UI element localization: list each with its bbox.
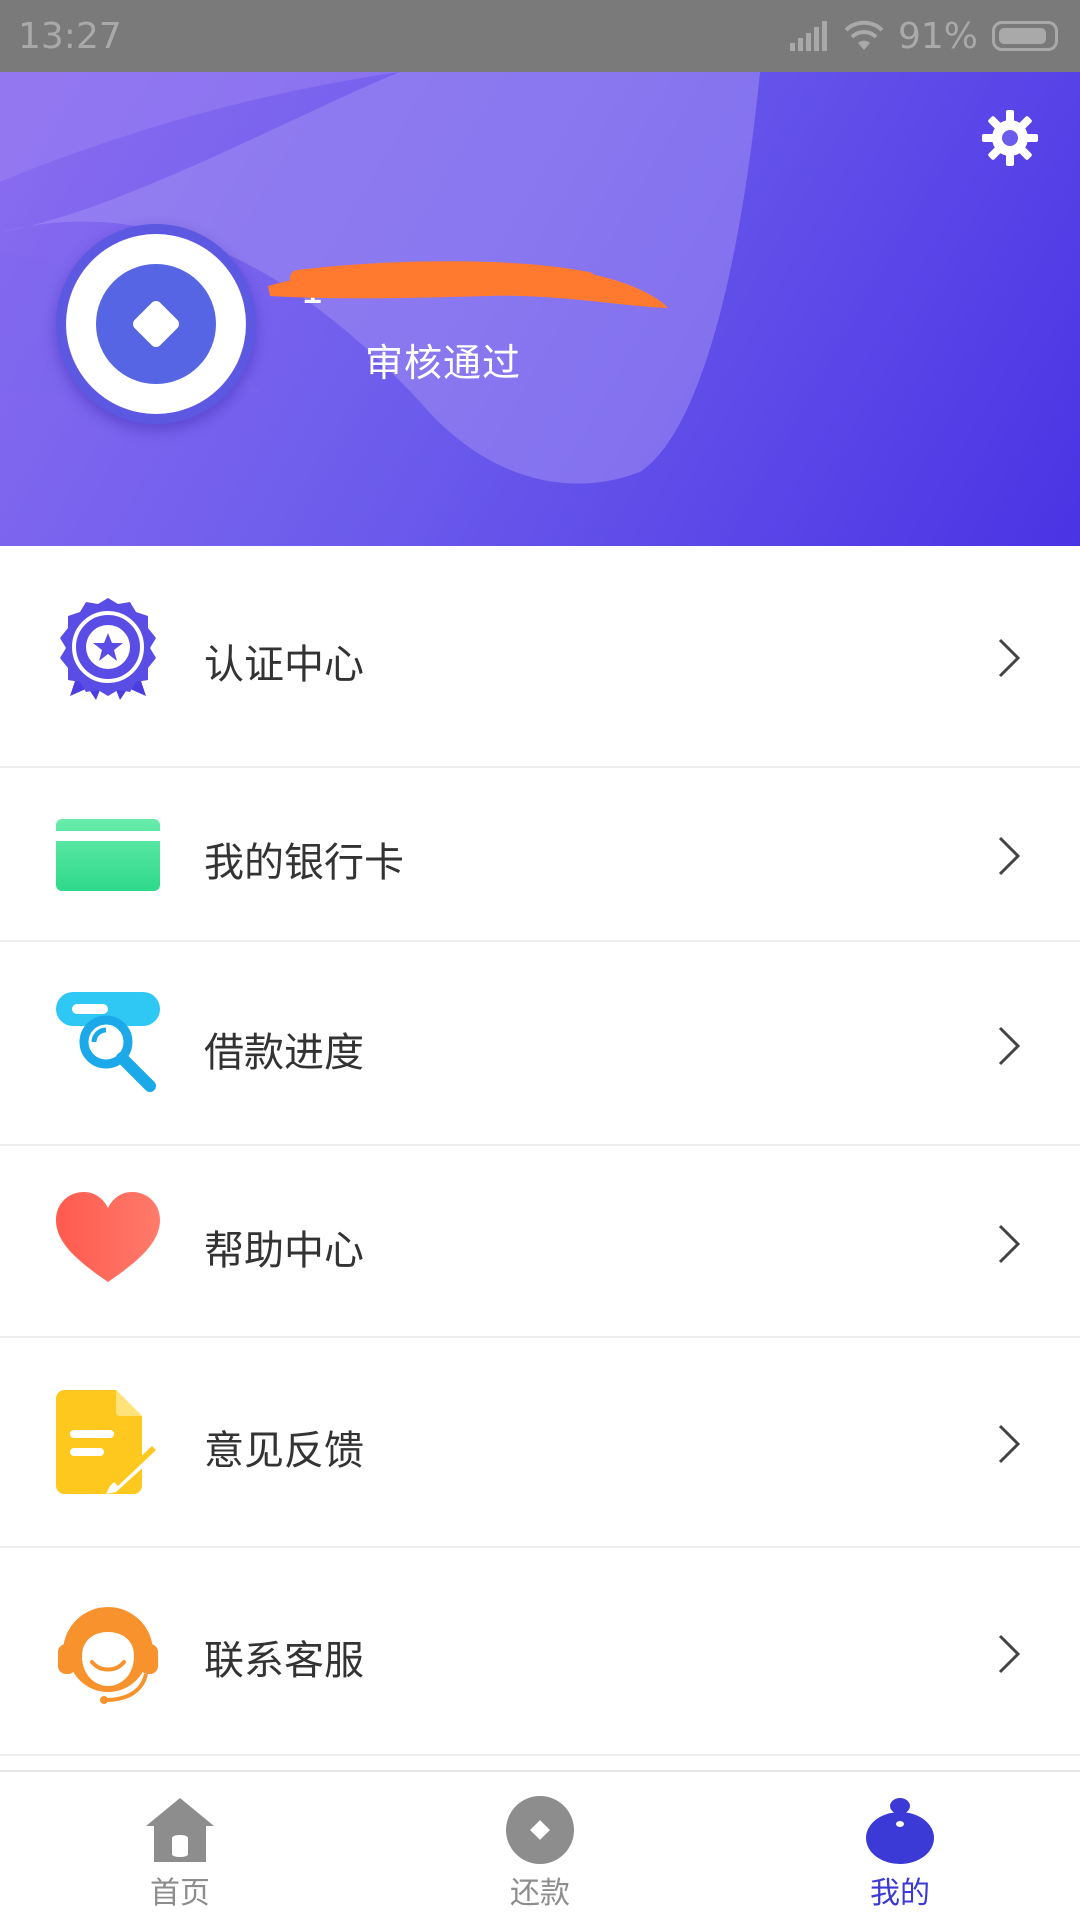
nav-tab-mine[interactable]: 我的: [720, 1772, 1080, 1920]
menu-label: 认证中心: [204, 642, 364, 688]
nav-tab-home[interactable]: 首页: [0, 1772, 360, 1920]
status-bar: 13:27 91%: [0, 0, 1080, 72]
signal-icon: [789, 21, 827, 51]
menu-item-my-bank-card[interactable]: 我的银行卡: [0, 768, 1080, 942]
battery-icon: [992, 21, 1058, 51]
menu-label: 我的银行卡: [204, 840, 404, 886]
profile-icon: [866, 1798, 934, 1864]
wifi-icon: [844, 20, 884, 50]
menu-label: 借款进度: [204, 1030, 364, 1076]
nav-label: 还款: [510, 1876, 570, 1911]
menu-label: 联系客服: [204, 1638, 364, 1684]
certificate-badge-icon: [60, 598, 156, 700]
gear-icon[interactable]: [980, 108, 1040, 168]
avatar-core: [96, 264, 216, 384]
chevron-right-icon: [998, 836, 1021, 876]
menu-label: 意见反馈: [204, 1428, 364, 1474]
chevron-right-icon: [998, 1224, 1021, 1264]
profile-header: 1 审核通过: [0, 72, 1080, 546]
chevron-right-icon: [998, 1026, 1021, 1066]
menu-item-certification-center[interactable]: 认证中心: [0, 546, 1080, 768]
menu-item-loan-progress[interactable]: 借款进度: [0, 942, 1080, 1146]
diamond-icon: [130, 298, 182, 350]
menu-list: 认证中心 我的银行卡 借款进度 帮助中心 意见反馈 联系客服: [0, 546, 1080, 1756]
repay-coin-icon: [506, 1796, 574, 1864]
nav-label: 我的: [870, 1876, 930, 1911]
status-time: 13:27: [18, 15, 122, 57]
chevron-right-icon: [998, 1424, 1021, 1464]
status-indicators: 91%: [789, 15, 1058, 57]
battery-level: [999, 28, 1047, 44]
nav-label: 首页: [150, 1876, 210, 1911]
review-status: 审核通过: [365, 341, 522, 385]
menu-item-feedback[interactable]: 意见反馈: [0, 1338, 1080, 1548]
bank-card-icon: [56, 819, 160, 891]
menu-label: 帮助中心: [204, 1228, 364, 1274]
avatar[interactable]: [56, 224, 256, 424]
menu-item-contact-customer-service[interactable]: 联系客服: [0, 1548, 1080, 1756]
customer-service-headset-icon: [58, 1607, 158, 1704]
menu-item-help-center[interactable]: 帮助中心: [0, 1146, 1080, 1338]
chevron-right-icon: [998, 1634, 1021, 1674]
feedback-note-icon: [56, 1390, 160, 1494]
avatar-ring: [66, 234, 246, 414]
battery-percent: 91%: [897, 15, 978, 57]
redaction-scribble: [268, 261, 668, 308]
bottom-nav: 首页 还款 我的: [0, 1770, 1080, 1920]
search-progress-icon: [56, 992, 160, 1092]
nav-tab-repay[interactable]: 还款: [360, 1772, 720, 1920]
chevron-right-icon: [998, 638, 1021, 678]
heart-icon: [56, 1192, 160, 1282]
home-icon: [146, 1798, 214, 1862]
